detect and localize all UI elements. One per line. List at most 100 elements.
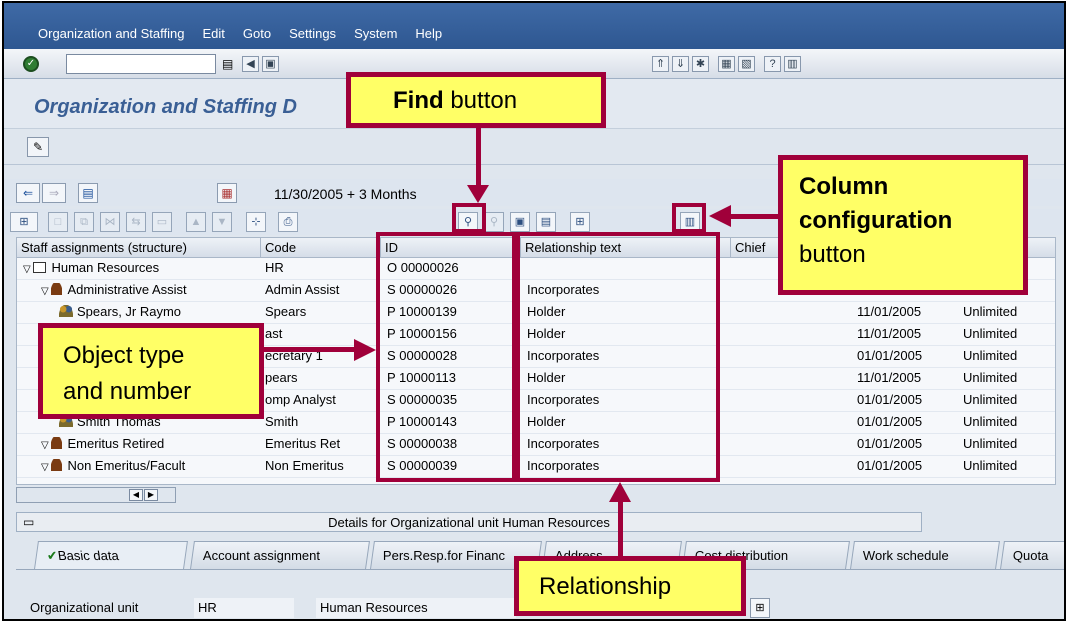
- calendar-icon[interactable]: ▦: [217, 183, 237, 203]
- column-arrowhead: [709, 205, 731, 227]
- layout-icon[interactable]: ▧: [738, 56, 755, 72]
- help-icon[interactable]: ?: [764, 56, 781, 72]
- callout-find-rest: button: [443, 87, 518, 114]
- expand-tree-icon[interactable]: ⊹: [246, 212, 266, 232]
- org-structure-icon[interactable]: ⊞: [10, 212, 38, 232]
- print-icon[interactable]: ⎙: [278, 212, 298, 232]
- cell-start: 01/01/2005: [857, 436, 923, 451]
- cell-end: Unlimited: [963, 458, 1018, 473]
- cell-start: 01/01/2005: [857, 458, 923, 473]
- cell-structure[interactable]: ▽ Emeritus Retired: [41, 436, 255, 451]
- cell-structure[interactable]: ▽ Human Resources: [23, 260, 255, 275]
- position-icon: [51, 459, 63, 471]
- expand-node-icon[interactable]: ▽: [23, 264, 33, 275]
- find-arrowhead: [467, 185, 489, 203]
- tab-quota[interactable]: Quota: [1000, 541, 1064, 569]
- cell-start: 01/01/2005: [857, 348, 923, 363]
- arrow-left-icon[interactable]: ⇐: [16, 183, 40, 203]
- menu-organization-staffing[interactable]: Organization and Staffing: [34, 26, 188, 41]
- shortcut-icon[interactable]: ▦: [718, 56, 735, 72]
- filter-icon[interactable]: ▣: [510, 212, 530, 232]
- first-page-icon[interactable]: ⇑: [652, 56, 669, 72]
- copy-icon[interactable]: ⧉: [74, 212, 94, 232]
- customize-icon[interactable]: ▥: [784, 56, 801, 72]
- menu-bar: Organization and Staffing Edit Goto Sett…: [34, 26, 446, 41]
- save-icon[interactable]: ▣: [262, 56, 279, 72]
- assign-icon[interactable]: ⋈: [100, 212, 120, 232]
- org-unit-overview-icon[interactable]: ⊞: [750, 598, 770, 618]
- relationship-arrow-line: [618, 500, 623, 558]
- detail-view-icon[interactable]: ▤: [536, 212, 556, 232]
- cell-code: Smith: [265, 414, 299, 429]
- command-history-icon[interactable]: ▤: [222, 57, 233, 71]
- cell-start: 01/01/2005: [857, 414, 923, 429]
- find-highlight-box: [452, 203, 486, 233]
- wand-icon[interactable]: ✎: [27, 137, 49, 157]
- org-unit-code-field[interactable]: HR: [194, 598, 294, 618]
- horizontal-scrollbar[interactable]: ◀ ▶: [16, 487, 176, 503]
- move-icon[interactable]: ⇆: [126, 212, 146, 232]
- structure-view-icon[interactable]: ⊞: [570, 212, 590, 232]
- cell-name: Human Resources: [51, 260, 160, 275]
- create-session-icon[interactable]: ✱: [692, 56, 709, 72]
- relationship-column-highlight-box: [516, 232, 720, 482]
- find-next-icon[interactable]: ⚲: [484, 212, 504, 232]
- list-icon[interactable]: ▤: [78, 183, 98, 203]
- org-unit-name-field[interactable]: Human Resources: [316, 598, 516, 618]
- menu-goto[interactable]: Goto: [239, 26, 275, 41]
- col-header-code[interactable]: Code: [261, 238, 381, 258]
- tab-account-assignment[interactable]: Account assignment: [190, 541, 370, 569]
- cell-code: omp Analyst: [265, 392, 336, 407]
- cell-start: 11/01/2005: [857, 304, 922, 319]
- find-button-callout: Find button: [346, 72, 606, 128]
- sort-down-icon[interactable]: ▼: [212, 212, 232, 232]
- sort-up-icon[interactable]: ▲: [186, 212, 206, 232]
- scroll-right-icon[interactable]: ▶: [144, 489, 158, 501]
- tab-label: Work schedule: [862, 548, 949, 563]
- cell-start: 01/01/2005: [857, 392, 923, 407]
- cell-code: Admin Assist: [265, 282, 340, 297]
- expand-node-icon[interactable]: ▽: [41, 462, 51, 473]
- id-column-highlight-box: [376, 232, 516, 482]
- cell-end: Unlimited: [963, 392, 1018, 407]
- cell-structure[interactable]: ▽ Non Emeritus/Facult: [41, 458, 255, 473]
- org-unit-icon: [33, 262, 47, 273]
- evaluation-period: 11/30/2005 + 3 Months: [274, 186, 417, 202]
- callout-column-line2: configuration: [799, 207, 953, 234]
- tab-basic-data[interactable]: ✔ Basic data: [34, 541, 188, 569]
- tab-work-schedule[interactable]: Work schedule: [850, 541, 1000, 569]
- expand-node-icon[interactable]: ▽: [41, 286, 51, 297]
- menu-edit[interactable]: Edit: [198, 26, 228, 41]
- menu-settings[interactable]: Settings: [285, 26, 340, 41]
- page-title: Organization and Staffing D: [34, 96, 297, 118]
- holder-icon: [59, 305, 73, 317]
- cell-code: Spears: [265, 304, 307, 319]
- expand-node-icon[interactable]: ▽: [41, 440, 51, 451]
- position-icon: [51, 437, 63, 449]
- scroll-left-icon[interactable]: ◀: [129, 489, 143, 501]
- callout-object-line1: Object type: [63, 342, 185, 369]
- menu-help[interactable]: Help: [411, 26, 446, 41]
- enter-check-icon[interactable]: ✓: [23, 56, 39, 72]
- column-arrow-line: [730, 214, 780, 219]
- back-icon[interactable]: ◀: [242, 56, 259, 72]
- object-arrow-line: [262, 347, 356, 352]
- arrow-right-icon[interactable]: ⇒: [42, 183, 66, 203]
- create-icon[interactable]: □: [48, 212, 68, 232]
- cell-name: Emeritus Retired: [67, 436, 165, 451]
- col-header-structure[interactable]: Staff assignments (structure): [17, 238, 261, 258]
- cell-name: Administrative Assist: [67, 282, 187, 297]
- details-title: Details for Organizational unit Human Re…: [328, 515, 610, 530]
- callout-column-line1: Column: [799, 173, 889, 200]
- title-bar: Organization and Staffing Edit Goto Sett…: [4, 3, 1064, 49]
- delimit-icon[interactable]: ▭: [152, 212, 172, 232]
- cell-structure[interactable]: ▽ Administrative Assist: [41, 282, 255, 297]
- org-unit-label: Organizational unit: [30, 600, 139, 615]
- cell-code: HR: [265, 260, 284, 275]
- last-page-icon[interactable]: ⇓: [672, 56, 689, 72]
- cell-code: pears: [265, 370, 298, 385]
- relationship-callout: Relationship: [514, 556, 746, 616]
- command-field[interactable]: [66, 54, 216, 74]
- cell-structure[interactable]: Spears, Jr Raymo: [59, 304, 255, 319]
- menu-system[interactable]: System: [350, 26, 401, 41]
